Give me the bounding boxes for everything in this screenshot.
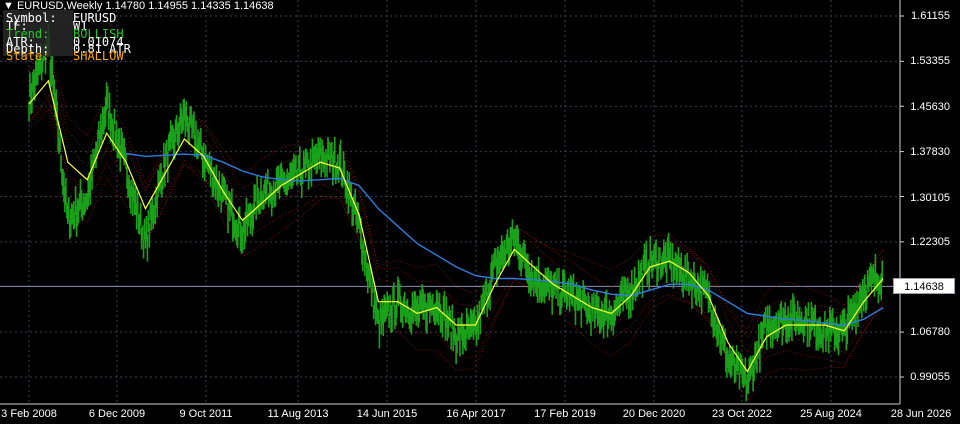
ribbon-line bbox=[28, 38, 884, 331]
price-tick-label: 1.53355 bbox=[910, 55, 950, 67]
info-label: State: bbox=[6, 49, 50, 63]
date-tick-label: 20 Dec 2020 bbox=[622, 408, 686, 420]
current-price-tag: 1.14638 bbox=[893, 278, 955, 294]
date-tick-label: 3 Feb 2008 bbox=[1, 408, 57, 420]
price-tick-label: 1.30105 bbox=[910, 192, 950, 204]
date-tick-label: 23 Oct 2022 bbox=[712, 408, 772, 420]
date-tick-label: 11 Aug 2013 bbox=[267, 408, 329, 420]
date-tick-label: 14 Jun 2015 bbox=[356, 408, 418, 420]
date-tick-label: 25 Aug 2024 bbox=[800, 408, 862, 420]
price-tick-label: 1.45630 bbox=[910, 101, 950, 113]
fast-ma-line bbox=[28, 79, 884, 373]
date-tick-label: 17 Feb 2019 bbox=[534, 408, 596, 420]
slow-ma-line bbox=[125, 152, 884, 326]
price-tick-label: 1.61155 bbox=[911, 10, 950, 22]
ribbon-line bbox=[28, 46, 884, 339]
price-tick-label: 1.06780 bbox=[910, 326, 950, 338]
date-tick-label: 6 Dec 2009 bbox=[88, 408, 146, 420]
price-tick-label: 1.22305 bbox=[910, 236, 950, 248]
price-chart[interactable] bbox=[0, 0, 960, 424]
price-tick-label: 0.99055 bbox=[910, 371, 950, 383]
info-row-state: State: SHALLOW bbox=[6, 49, 124, 63]
info-value: SHALLOW bbox=[73, 49, 124, 63]
date-tick-label: 9 Oct 2011 bbox=[179, 408, 233, 420]
ohlc-values: 1.14780 1.14955 1.14335 1.14638 bbox=[105, 0, 274, 12]
date-tick-label: 28 Jun 2026 bbox=[890, 408, 952, 420]
date-tick-label: 16 Apr 2017 bbox=[446, 408, 506, 420]
chart-window[interactable]: 1.61155 1.53355 1.45630 1.37830 1.30105 … bbox=[0, 0, 960, 424]
price-tick-label: 1.37830 bbox=[910, 146, 950, 158]
